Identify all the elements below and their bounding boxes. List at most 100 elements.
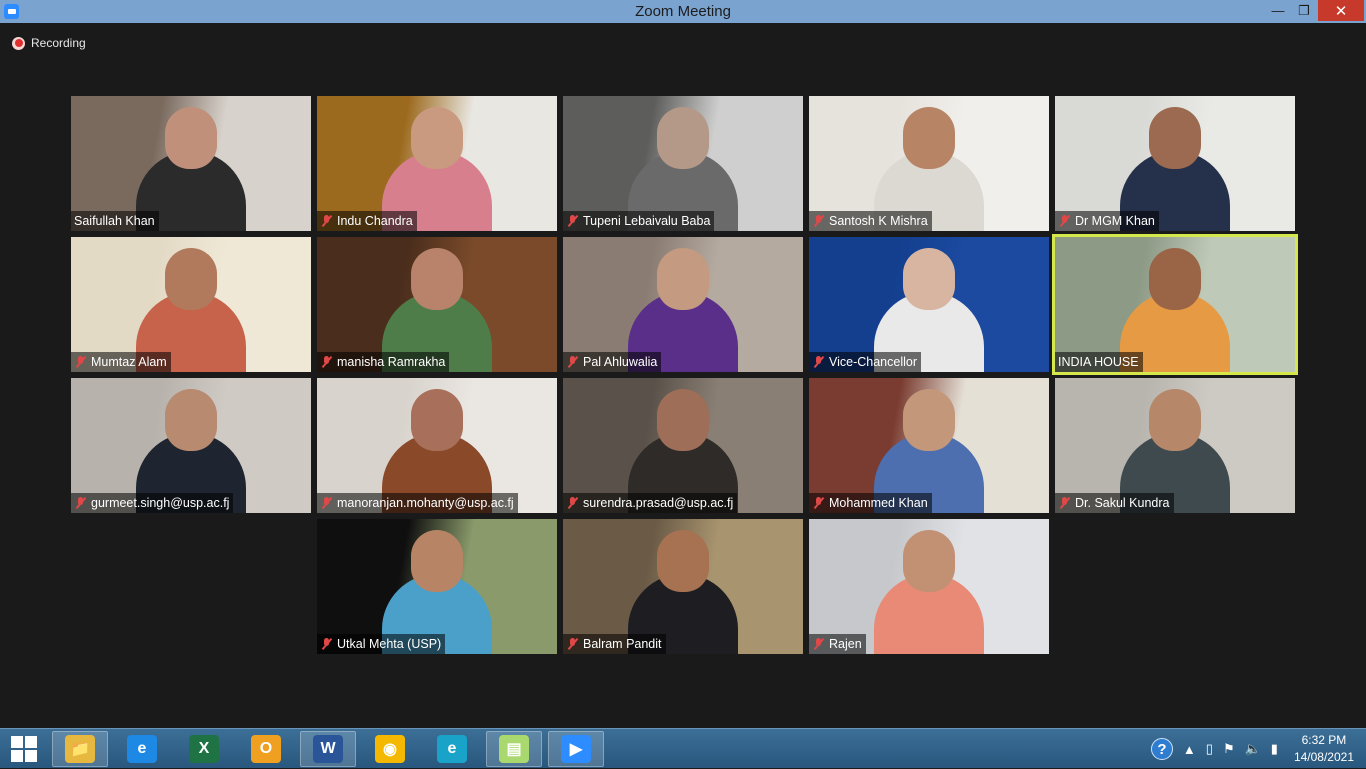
internet-explorer-taskbar-button[interactable]: e bbox=[114, 731, 170, 767]
participant-head bbox=[411, 248, 463, 310]
participant-head bbox=[165, 248, 217, 310]
participant-tile[interactable]: INDIA HOUSE bbox=[1052, 234, 1298, 375]
participant-name: INDIA HOUSE bbox=[1058, 355, 1139, 369]
recording-label: Recording bbox=[31, 36, 86, 50]
muted-mic-icon bbox=[320, 355, 334, 369]
zoom-taskbar-button[interactable]: ▶ bbox=[548, 731, 604, 767]
participant-head bbox=[411, 530, 463, 592]
vpn-shield-icon: ◉ bbox=[375, 735, 405, 763]
zoom-icon: ▶ bbox=[561, 735, 591, 763]
participant-head bbox=[411, 389, 463, 451]
word-taskbar-button[interactable]: W bbox=[300, 731, 356, 767]
participant-name-label: Santosh K Mishra bbox=[809, 211, 932, 231]
volume-icon[interactable]: 🔈 bbox=[1245, 741, 1261, 757]
participant-name: Saifullah Khan bbox=[74, 214, 155, 228]
participant-name-label: Tupeni Lebaivalu Baba bbox=[563, 211, 715, 231]
participant-tile[interactable]: Rajen bbox=[809, 519, 1049, 654]
participant-name: Rajen bbox=[829, 637, 862, 651]
muted-mic-icon bbox=[1058, 496, 1072, 510]
participant-tile[interactable]: Indu Chandra bbox=[317, 96, 557, 231]
clock[interactable]: 6:32 PM 14/08/2021 bbox=[1294, 732, 1354, 766]
participant-name: Mohammed Khan bbox=[829, 496, 928, 510]
participant-name: Dr MGM Khan bbox=[1075, 214, 1155, 228]
close-button[interactable]: ✕ bbox=[1318, 0, 1364, 21]
participant-name: Dr. Sakul Kundra bbox=[1075, 496, 1170, 510]
meeting-view: Recording Saifullah Khan Indu Chandra Tupe… bbox=[0, 23, 1366, 728]
help-icon[interactable]: ? bbox=[1150, 738, 1173, 760]
windows-start-button[interactable] bbox=[6, 735, 42, 763]
participant-tile[interactable]: Dr. Sakul Kundra bbox=[1055, 378, 1295, 513]
participant-head bbox=[165, 107, 217, 169]
sticky-notes-icon: ▤ bbox=[499, 735, 529, 763]
show-hidden-icons-icon[interactable]: ▲ bbox=[1183, 742, 1196, 757]
participant-name: Mumtaz Alam bbox=[91, 355, 167, 369]
participant-head bbox=[1149, 248, 1201, 310]
participant-tile[interactable]: manisha Ramrakha bbox=[317, 237, 557, 372]
system-tray: ? ▲ ▯ ⚑ 🔈 ▮ 6:32 PM 14/08/2021 bbox=[1150, 729, 1366, 769]
muted-mic-icon bbox=[812, 214, 826, 228]
participant-tile[interactable]: Utkal Mehta (USP) bbox=[317, 519, 557, 654]
window-title: Zoom Meeting bbox=[635, 3, 731, 20]
participant-name-label: Mumtaz Alam bbox=[71, 352, 171, 372]
device-icon[interactable]: ▯ bbox=[1206, 741, 1213, 757]
network-x-icon[interactable]: ⚑ bbox=[1223, 741, 1235, 757]
participant-name-label: Dr. Sakul Kundra bbox=[1055, 493, 1174, 513]
muted-mic-icon bbox=[74, 496, 88, 510]
participant-tile[interactable]: surendra.prasad@usp.ac.fj bbox=[563, 378, 803, 513]
participant-name: Santosh K Mishra bbox=[829, 214, 928, 228]
participant-tile[interactable]: Balram Pandit bbox=[563, 519, 803, 654]
excel-taskbar-button[interactable]: X bbox=[176, 731, 232, 767]
participant-head bbox=[903, 530, 955, 592]
participant-name-label: Utkal Mehta (USP) bbox=[317, 634, 446, 654]
participant-head bbox=[1149, 107, 1201, 169]
participant-name-label: Vice-Chancellor bbox=[809, 352, 922, 372]
participant-tile[interactable]: Vice-Chancellor bbox=[809, 237, 1049, 372]
excel-icon: X bbox=[189, 735, 219, 763]
participant-name-label: Mohammed Khan bbox=[809, 493, 932, 513]
participant-name-label: manoranjan.mohanty@usp.ac.fj bbox=[317, 493, 518, 513]
muted-mic-icon bbox=[566, 637, 580, 651]
muted-mic-icon bbox=[566, 355, 580, 369]
muted-mic-icon bbox=[320, 496, 334, 510]
participant-name: Indu Chandra bbox=[337, 214, 413, 228]
muted-mic-icon bbox=[812, 355, 826, 369]
participant-head bbox=[165, 389, 217, 451]
recording-indicator[interactable]: Recording bbox=[12, 36, 86, 50]
vpn-shield-taskbar-button[interactable]: ◉ bbox=[362, 731, 418, 767]
participant-name-label: surendra.prasad@usp.ac.fj bbox=[563, 493, 738, 513]
internet-explorer-icon: e bbox=[127, 735, 157, 763]
signal-icon[interactable]: ▮ bbox=[1271, 741, 1278, 757]
sticky-notes-taskbar-button[interactable]: ▤ bbox=[486, 731, 542, 767]
participant-head bbox=[657, 389, 709, 451]
edge-taskbar-button[interactable]: e bbox=[424, 731, 480, 767]
participant-name: manisha Ramrakha bbox=[337, 355, 446, 369]
clock-time: 6:32 PM bbox=[1301, 733, 1347, 747]
file-explorer-taskbar-button[interactable]: 📁 bbox=[52, 731, 108, 767]
participant-tile[interactable]: Santosh K Mishra bbox=[809, 96, 1049, 231]
participant-tile[interactable]: manoranjan.mohanty@usp.ac.fj bbox=[317, 378, 557, 513]
participant-tile[interactable]: Mohammed Khan bbox=[809, 378, 1049, 513]
participant-head bbox=[657, 530, 709, 592]
muted-mic-icon bbox=[812, 637, 826, 651]
participant-name: Tupeni Lebaivalu Baba bbox=[583, 214, 711, 228]
participant-name: Vice-Chancellor bbox=[829, 355, 918, 369]
participant-head bbox=[657, 248, 709, 310]
participant-name-label: INDIA HOUSE bbox=[1055, 352, 1143, 372]
muted-mic-icon bbox=[566, 496, 580, 510]
participant-head bbox=[903, 248, 955, 310]
participant-name: Utkal Mehta (USP) bbox=[337, 637, 442, 651]
participant-tile[interactable]: Saifullah Khan bbox=[71, 96, 311, 231]
taskbar: 📁 e X O W ◉ e ▤ ▶ ? ▲ ▯ ⚑ 🔈 ▮ 6:32 PM 14/08/2021 bbox=[0, 728, 1366, 768]
outlook-taskbar-button[interactable]: O bbox=[238, 731, 294, 767]
muted-mic-icon bbox=[320, 637, 334, 651]
muted-mic-icon bbox=[1058, 214, 1072, 228]
participant-tile[interactable]: Mumtaz Alam bbox=[71, 237, 311, 372]
clock-date: 14/08/2021 bbox=[1293, 750, 1354, 764]
title-bar: Zoom Meeting — ❐ ✕ bbox=[0, 0, 1366, 23]
participant-head bbox=[657, 107, 709, 169]
participant-tile[interactable]: Tupeni Lebaivalu Baba bbox=[563, 96, 803, 231]
participant-tile[interactable]: Pal Ahluwalia bbox=[563, 237, 803, 372]
participant-name: gurmeet.singh@usp.ac.fj bbox=[91, 496, 230, 510]
participant-tile[interactable]: Dr MGM Khan bbox=[1055, 96, 1295, 231]
participant-tile[interactable]: gurmeet.singh@usp.ac.fj bbox=[71, 378, 311, 513]
